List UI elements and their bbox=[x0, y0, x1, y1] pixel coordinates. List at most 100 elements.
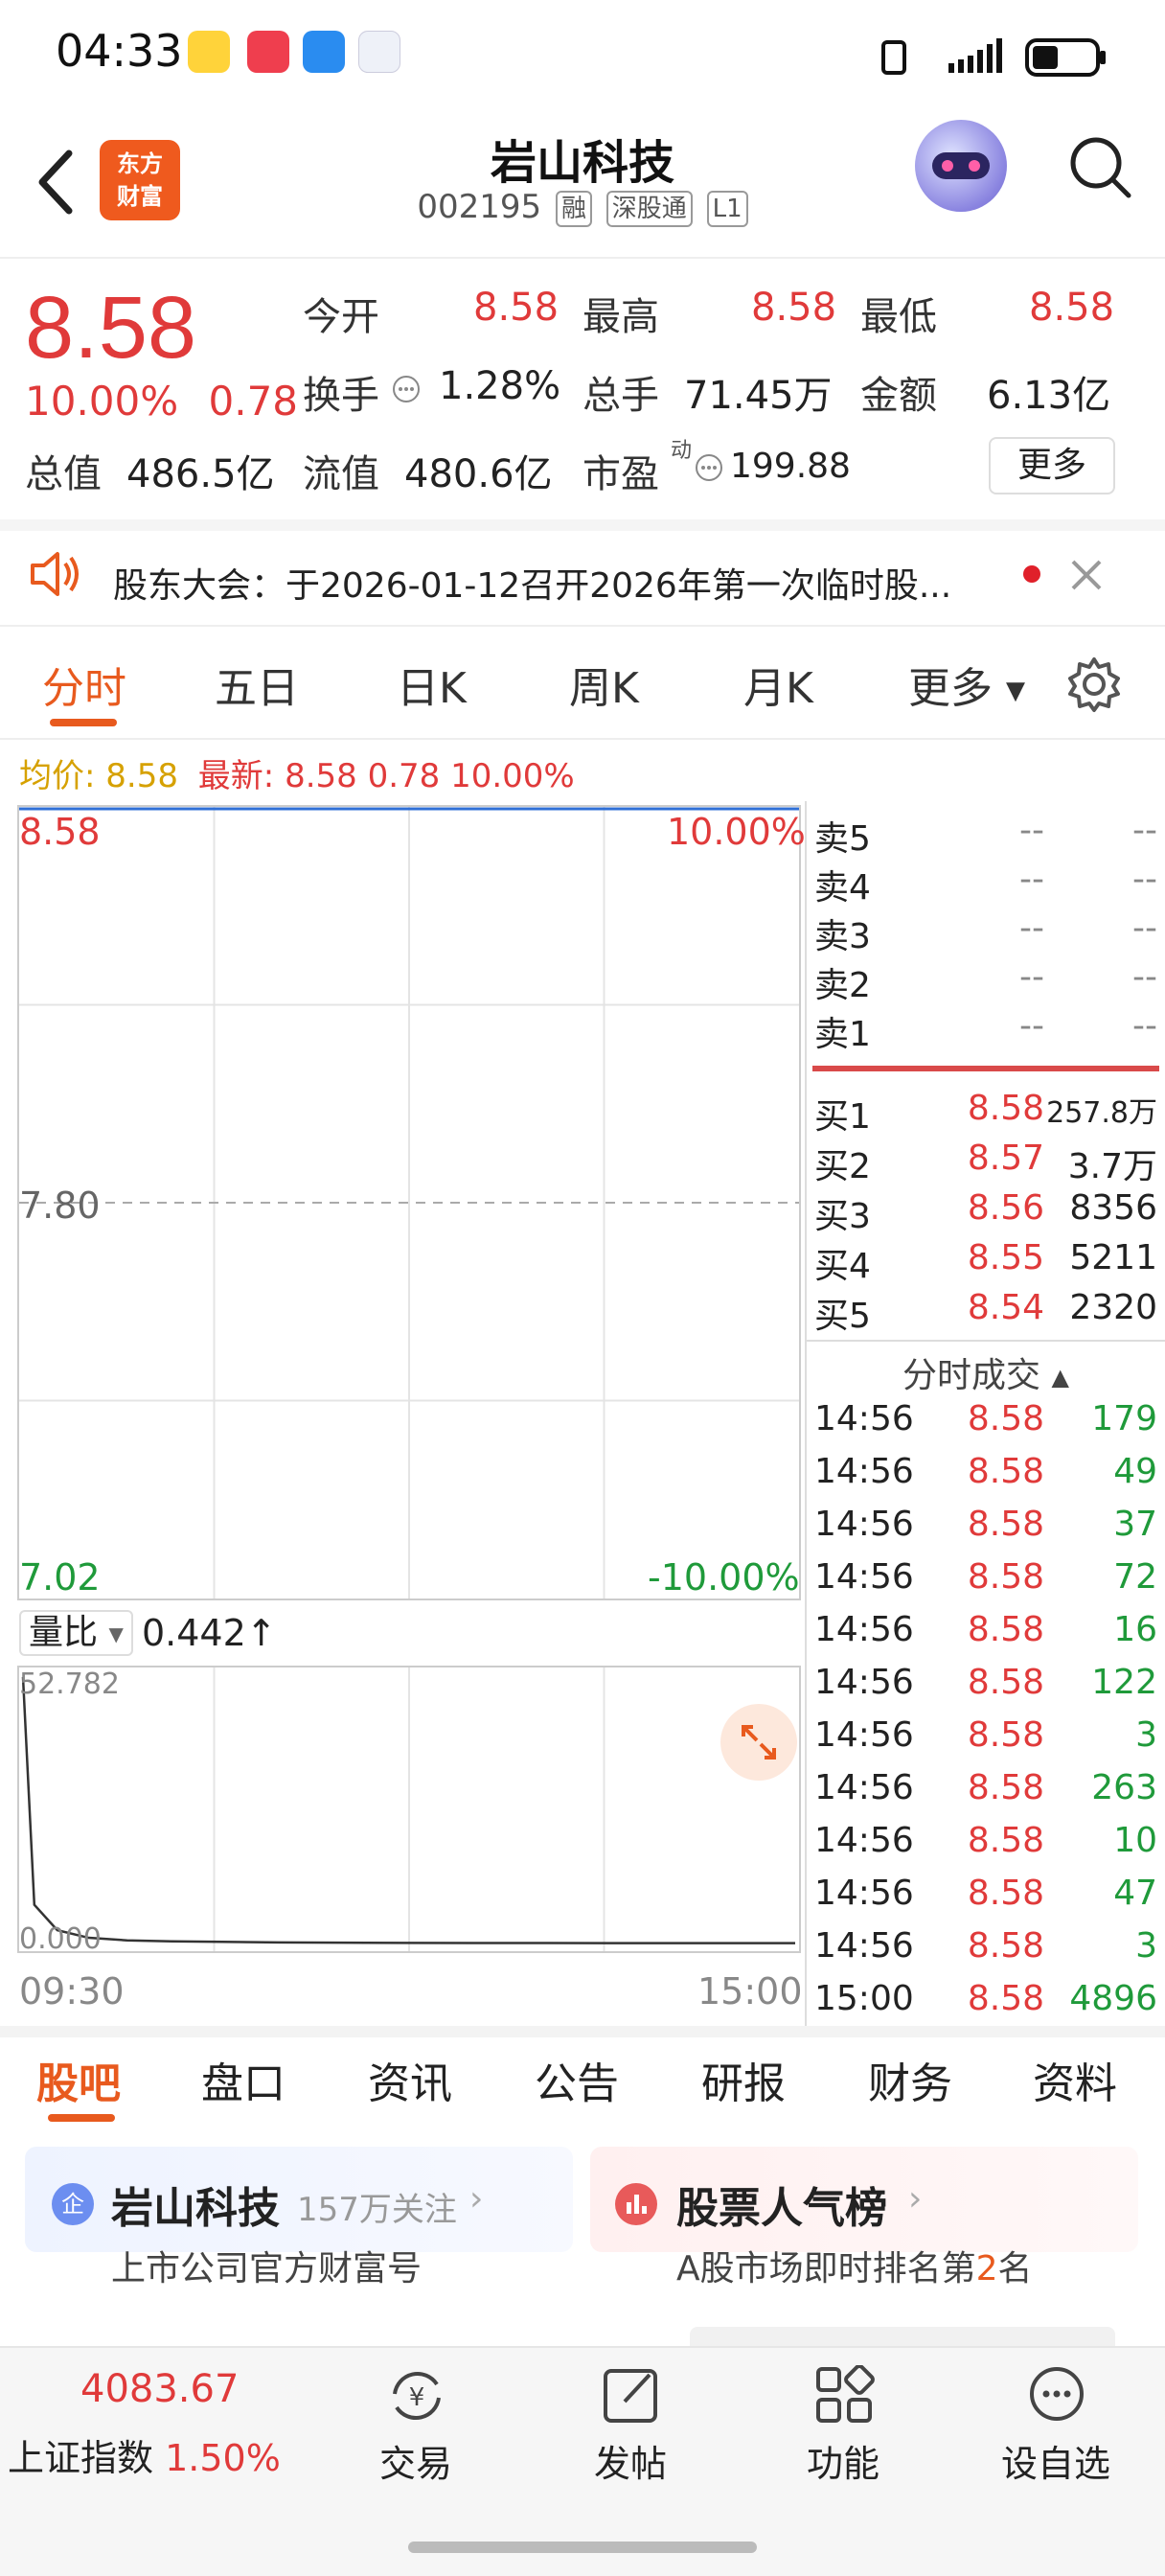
card-right-title: 股票人气榜 bbox=[676, 2184, 887, 2233]
tab-announcements[interactable]: 公告 bbox=[535, 2049, 619, 2110]
price-chart-canvas bbox=[19, 807, 799, 1598]
nav-trade[interactable]: 交易 bbox=[339, 2434, 492, 2487]
notice-text[interactable]: 股东大会：于2026-01-12召开2026年第一次临时股... bbox=[113, 558, 1014, 608]
ask-price: -- bbox=[1019, 908, 1044, 948]
ask-volume: -- bbox=[1132, 860, 1157, 899]
tick-volume: 37 bbox=[1113, 1505, 1157, 1544]
section-tab-underline bbox=[48, 2114, 115, 2122]
card-left-follow: 157万关注 bbox=[297, 2191, 457, 2229]
post-icon[interactable] bbox=[598, 2365, 665, 2426]
bid-volume: 5211 bbox=[1069, 1238, 1157, 1277]
assistant-robot-icon[interactable] bbox=[915, 120, 1007, 212]
bid-volume: 3.7万 bbox=[1067, 1147, 1157, 1186]
tab-news[interactable]: 资讯 bbox=[368, 2049, 452, 2110]
system-status-icons bbox=[881, 38, 1106, 77]
tick-time: 14:56 bbox=[814, 1399, 914, 1438]
close-icon[interactable] bbox=[1069, 558, 1104, 592]
index-value[interactable]: 4083.67 bbox=[80, 2367, 239, 2411]
card-left-title: 岩山科技 bbox=[111, 2184, 280, 2233]
latest-value: 8.58 0.78 10.00% bbox=[285, 757, 575, 795]
tab-guba[interactable]: 股吧 bbox=[36, 2049, 121, 2110]
amount-label: 金额 bbox=[860, 374, 937, 418]
bid-label: 买2 bbox=[814, 1147, 871, 1186]
volume-ratio-min: 0.000 bbox=[19, 1922, 102, 1956]
ticks-header[interactable]: 分时成交 ▲ bbox=[807, 1347, 1165, 1397]
pct-axis-bottom: -10.00% bbox=[648, 1556, 800, 1598]
tick-volume: 122 bbox=[1091, 1663, 1157, 1702]
bid-label: 买5 bbox=[814, 1297, 871, 1336]
index-name: 上证指数 bbox=[8, 2437, 154, 2479]
peek-card bbox=[690, 2327, 1115, 2346]
volume-ratio-selector[interactable]: 量比 ▼ bbox=[19, 1610, 133, 1656]
home-indicator bbox=[408, 2542, 757, 2553]
bid-price: 8.56 bbox=[967, 1188, 1044, 1228]
notification-app-icon bbox=[188, 31, 230, 73]
pe-dynamic-sup: 动 bbox=[671, 439, 693, 463]
volume-ratio-chart[interactable] bbox=[17, 1666, 801, 1953]
tick-time: 14:56 bbox=[814, 1768, 914, 1807]
bid-volume: 2320 bbox=[1069, 1288, 1157, 1327]
avg-price-value: 8.58 bbox=[105, 757, 178, 795]
turnover-label: 换手 bbox=[303, 374, 379, 418]
tab-research[interactable]: 研报 bbox=[701, 2049, 786, 2110]
ask-price: -- bbox=[1019, 860, 1044, 899]
chart-info-line: 均价: 8.58 最新: 8.58 0.78 10.00% bbox=[19, 749, 575, 796]
nav-post[interactable]: 发帖 bbox=[554, 2434, 707, 2487]
tab-profile[interactable]: 资料 bbox=[1033, 2049, 1117, 2110]
tab-weekly-k[interactable]: 周K bbox=[569, 654, 639, 715]
tab-daily-k[interactable]: 日K bbox=[397, 654, 467, 715]
tab-finance[interactable]: 财务 bbox=[868, 2049, 952, 2110]
rank-text-1: A股市场即时排名第 bbox=[676, 2249, 976, 2288]
pe-info-icon[interactable] bbox=[694, 452, 724, 483]
expand-chart-button[interactable] bbox=[720, 1704, 797, 1781]
ask-price: -- bbox=[1019, 811, 1044, 850]
pe-label: 市盈 bbox=[582, 452, 659, 496]
avg-price-label: 均价: bbox=[19, 757, 96, 795]
nav-functions[interactable]: 功能 bbox=[766, 2434, 920, 2487]
amount-value: 6.13亿 bbox=[987, 374, 1111, 418]
tab-pankou[interactable]: 盘口 bbox=[201, 2049, 286, 2110]
ask-volume: -- bbox=[1132, 1006, 1157, 1046]
sort-up-icon: ▲ bbox=[1051, 1364, 1069, 1391]
tab-monthly-k[interactable]: 月K bbox=[743, 654, 813, 715]
intraday-price-chart[interactable] bbox=[17, 805, 801, 1600]
functions-grid-icon[interactable] bbox=[811, 2365, 878, 2426]
ask-label: 卖1 bbox=[814, 1015, 871, 1054]
status-bar: 04:33 bbox=[0, 0, 1165, 105]
volume-label: 总手 bbox=[582, 374, 659, 418]
volume-ratio-canvas bbox=[21, 1668, 796, 1951]
search-icon[interactable] bbox=[1065, 132, 1134, 201]
x-axis-end: 15:00 bbox=[697, 1970, 803, 2012]
bid-label: 买3 bbox=[814, 1197, 871, 1236]
speaker-icon bbox=[31, 552, 79, 596]
more-quote-button[interactable]: 更多 bbox=[989, 437, 1115, 494]
pct-axis-top: 10.00% bbox=[667, 811, 806, 853]
trade-icon[interactable]: ¥ bbox=[383, 2365, 450, 2426]
tick-price: 8.58 bbox=[967, 1926, 1044, 1966]
status-time: 04:33 bbox=[56, 25, 183, 77]
mktcap-value: 486.5亿 bbox=[126, 452, 275, 496]
tick-price: 8.58 bbox=[967, 1874, 1044, 1913]
active-tab-underline bbox=[50, 719, 117, 726]
x-axis-start: 09:30 bbox=[19, 1970, 125, 2012]
tick-time: 14:56 bbox=[814, 1505, 914, 1544]
turnover-info-icon[interactable] bbox=[391, 374, 422, 404]
tick-time: 14:56 bbox=[814, 1926, 914, 1966]
tick-price: 8.58 bbox=[967, 1399, 1044, 1438]
high-value: 8.58 bbox=[751, 286, 837, 330]
volume-value: 71.45万 bbox=[684, 374, 833, 418]
tab-more[interactable]: 更多 ▼ bbox=[908, 654, 1025, 715]
add-watchlist-icon[interactable] bbox=[1023, 2365, 1090, 2426]
tab-five-day[interactable]: 五日 bbox=[215, 654, 299, 715]
ask-label: 卖5 bbox=[814, 819, 871, 859]
tab-intraday[interactable]: 分时 bbox=[42, 654, 126, 715]
tick-price: 8.58 bbox=[967, 1715, 1044, 1755]
bid-volume: 257.8万 bbox=[1046, 1096, 1157, 1130]
tick-time: 14:56 bbox=[814, 1663, 914, 1702]
settings-gear-icon[interactable] bbox=[1065, 656, 1123, 713]
tick-volume: 4896 bbox=[1069, 1979, 1157, 2018]
rank-text-2: 名 bbox=[997, 2249, 1033, 2288]
index-info[interactable]: 上证指数 1.50% bbox=[8, 2428, 281, 2481]
nav-watchlist[interactable]: 设自选 bbox=[979, 2434, 1132, 2487]
tab-more-label: 更多 bbox=[908, 664, 993, 713]
